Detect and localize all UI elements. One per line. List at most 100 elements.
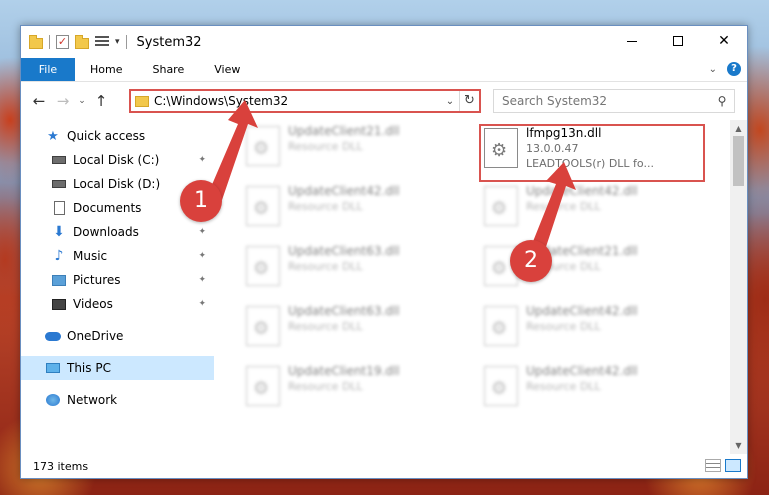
minimize-button[interactable] [609,26,655,56]
step-1-badge: 1 [180,180,222,222]
dll-file-icon [246,186,280,226]
folder-icon [29,34,43,49]
step-2-badge: 2 [510,240,552,282]
sidebar-item-onedrive[interactable]: OneDrive [21,324,214,348]
ribbon-right: ⌄ ? [709,62,741,76]
dll-file-icon [246,306,280,346]
address-bar[interactable]: C:\Windows\System32 ⌄ ↻ [129,89,481,113]
file-type: Resource DLL [288,320,363,333]
toolbar-dropdown-icon[interactable]: ▾ [115,37,120,47]
sidebar-item-quick-access[interactable]: ★ Quick access [21,124,214,148]
toolbar-divider [125,35,127,49]
file-item[interactable]: UpdateClient42.dll Resource DLL [242,182,462,236]
item-count: 173 items [33,459,89,473]
sidebar-item-music[interactable]: ♪ Music ✦ [21,244,214,268]
file-name: UpdateClient21.dll [288,124,400,138]
refresh-button[interactable]: ↻ [459,91,479,111]
computer-icon [45,361,61,375]
sidebar-item-pictures[interactable]: Pictures ✦ [21,268,214,292]
file-item[interactable]: UpdateClient42.dll Resource DLL [480,302,700,356]
tab-file[interactable]: File [21,58,75,81]
sidebar-item-network[interactable]: Network [21,388,214,412]
pin-icon: ✦ [198,299,206,309]
main-content: ★ Quick access Local Disk (C:) ✦ Local D… [21,120,747,454]
pin-icon: ✦ [198,155,206,165]
sidebar-item-label: Local Disk (C:) [73,153,160,167]
new-folder-icon[interactable] [75,34,89,49]
search-input[interactable] [502,94,710,108]
search-icon[interactable]: ⚲ [710,94,734,108]
address-path[interactable]: C:\Windows\System32 [154,94,441,108]
search-box[interactable]: ⚲ [493,89,735,113]
file-explorer-window: ✓ ▾ System32 ✕ File Home Share View ⌄ ? … [20,25,748,479]
close-button[interactable]: ✕ [701,26,747,56]
window-controls: ✕ [609,26,747,56]
sidebar-item-videos[interactable]: Videos ✦ [21,292,214,316]
sidebar-item-label: Music [73,249,108,263]
maximize-button[interactable] [655,26,701,56]
back-button[interactable]: ← [27,92,51,110]
file-item[interactable]: UpdateClient63.dll Resource DLL [242,302,462,356]
file-type: Resource DLL [288,260,363,273]
tab-home[interactable]: Home [75,58,137,81]
scroll-up-icon[interactable]: ▲ [730,120,747,137]
sidebar-item-local-disk-c[interactable]: Local Disk (C:) ✦ [21,148,214,172]
file-item[interactable]: UpdateClient42.dll Resource DLL [480,182,700,236]
sidebar-item-label: Downloads [73,225,139,239]
file-type: Resource DLL [526,200,601,213]
sidebar-item-this-pc[interactable]: This PC [21,356,214,380]
expand-ribbon-icon[interactable]: ⌄ [709,64,717,75]
file-item[interactable]: UpdateClient19.dll Resource DLL [242,362,462,416]
window-title: System32 [136,34,202,50]
scroll-thumb[interactable] [733,136,744,186]
file-type: Resource DLL [526,320,601,333]
file-item[interactable]: UpdateClient42.dll Resource DLL [480,362,700,416]
videos-icon [51,297,67,311]
pin-icon: ✦ [198,227,206,237]
recent-locations-button[interactable]: ⌄ [75,96,89,106]
tab-view[interactable]: View [199,58,255,81]
sidebar-item-label: OneDrive [67,329,124,343]
sidebar-item-label: Network [67,393,118,407]
properties-check-icon[interactable]: ✓ [56,35,69,49]
dll-file-icon [246,246,280,286]
navigation-bar: ← → ⌄ ↑ C:\Windows\System32 ⌄ ↻ ⚲ [21,82,747,120]
sidebar-item-label: Documents [73,201,142,215]
vertical-scrollbar[interactable]: ▲ ▼ [730,120,747,454]
file-item[interactable]: UpdateClient63.dll Resource DLL [242,242,462,296]
file-type: Resource DLL [526,380,601,393]
customize-toolbar-icon[interactable] [95,36,109,48]
dll-file-icon [484,306,518,346]
file-item[interactable]: UpdateClient21.dll Resource DLL [242,122,462,176]
up-button[interactable]: ↑ [89,92,113,110]
dll-file-icon [246,126,280,166]
sidebar-item-downloads[interactable]: ⬇ Downloads ✦ [21,220,214,244]
file-name: UpdateClient42.dll [288,184,400,198]
file-name: UpdateClient42.dll [526,364,638,378]
drive-icon [51,177,67,191]
pin-icon: ✦ [198,251,206,261]
sidebar-item-label: Videos [73,297,113,311]
cloud-icon [45,329,61,343]
toolbar-divider [49,35,50,49]
quick-access-toolbar: ✓ ▾ [21,34,127,49]
navigation-pane: ★ Quick access Local Disk (C:) ✦ Local D… [21,120,214,454]
help-icon[interactable]: ? [727,62,741,76]
details-view-icon[interactable] [705,459,721,472]
star-icon: ★ [47,128,59,144]
forward-button[interactable]: → [51,92,75,110]
scroll-down-icon[interactable]: ▼ [730,437,747,454]
drive-icon [51,153,67,167]
view-switcher [705,459,741,472]
title-bar: ✓ ▾ System32 ✕ [21,26,747,58]
network-icon [45,393,61,407]
documents-icon [51,201,67,215]
address-dropdown-icon[interactable]: ⌄ [441,96,459,107]
tiles-view-icon[interactable] [725,459,741,472]
file-list: UpdateClient21.dll Resource DLL UpdateCli… [214,120,747,454]
tab-share[interactable]: Share [137,58,199,81]
pin-icon: ✦ [198,275,206,285]
highlight-box [479,124,705,182]
file-name: UpdateClient42.dll [526,184,638,198]
sidebar-item-label: Quick access [67,129,146,143]
